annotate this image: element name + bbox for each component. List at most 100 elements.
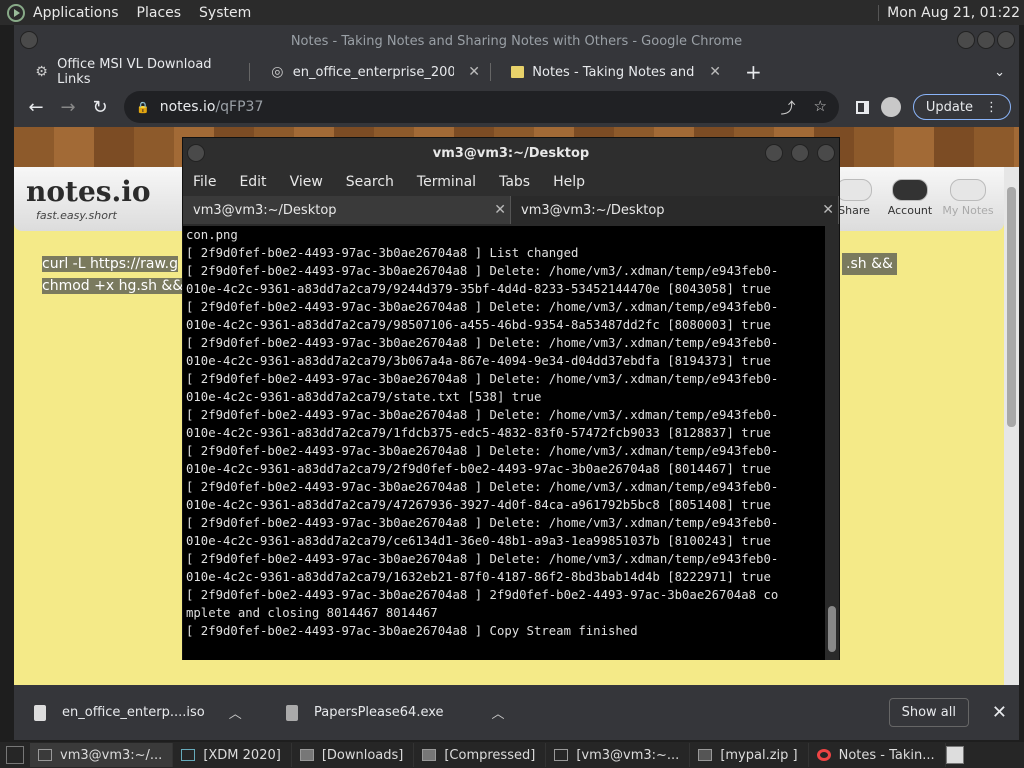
taskbar-label: [Compressed]	[444, 747, 536, 763]
taskbar-item-terminal-2[interactable]: [vm3@vm3:~...	[546, 743, 691, 767]
note-line: curl -L https://raw.g	[42, 256, 178, 272]
chrome-toolbar: ← → ↻ 🔒 notes.io/qFP37 ⤴ ☆ Update ⋮	[14, 87, 1019, 127]
workspace-switcher[interactable]	[946, 746, 964, 764]
account-button[interactable]: Account	[880, 179, 940, 217]
forward-button[interactable]: →	[52, 97, 84, 118]
chevron-up-icon[interactable]: ︿	[229, 703, 242, 722]
share-label: Share	[838, 204, 870, 217]
download-item[interactable]: en_office_enterp....iso ︿	[34, 703, 266, 722]
menu-system[interactable]: System	[199, 5, 251, 21]
tab-office-msi[interactable]: ⚙ Office MSI VL Download Links	[14, 57, 249, 87]
back-button[interactable]: ←	[20, 97, 52, 118]
close-icon[interactable]: ✕	[468, 64, 480, 80]
chrome-titlebar[interactable]: Notes - Taking Notes and Sharing Notes w…	[14, 25, 1019, 57]
taskbar-label: [vm3@vm3:~...	[576, 747, 680, 763]
menu-applications[interactable]: Applications	[33, 5, 119, 21]
close-button[interactable]	[997, 31, 1015, 49]
tab-label: Office MSI VL Download Links	[57, 57, 212, 87]
terminal-title: vm3@vm3:~/Desktop	[432, 145, 590, 161]
chevron-up-icon[interactable]: ︿	[492, 703, 505, 722]
notes-tagline: fast.easy.short	[36, 209, 117, 222]
terminal-scrollbar[interactable]	[825, 226, 839, 660]
update-button[interactable]: Update ⋮	[912, 94, 1011, 120]
lock-icon[interactable]: 🔒	[136, 101, 150, 114]
scrollbar-thumb[interactable]	[828, 606, 836, 652]
show-all-button[interactable]: Show all	[888, 698, 969, 727]
menu-file[interactable]: File	[193, 174, 216, 190]
terminal-tab-label: vm3@vm3:~/Desktop	[521, 202, 665, 218]
terminal-line: [ 2f9d0fef-b0e2-4493-97ac-3b0ae26704a8 ]…	[186, 624, 638, 638]
page-scrollbar[interactable]	[1004, 167, 1019, 685]
chrome-window-title: Notes - Taking Notes and Sharing Notes w…	[290, 33, 743, 49]
terminal-output[interactable]: con.png [ 2f9d0fef-b0e2-4493-97ac-3b0ae26…	[183, 226, 825, 660]
my-notes-label: My Notes	[942, 204, 994, 217]
bookmark-star-icon[interactable]: ☆	[814, 97, 827, 118]
taskbar-item-terminal[interactable]: vm3@vm3:~/...	[30, 743, 174, 767]
download-item[interactable]: PapersPlease64.exe ︿	[286, 703, 518, 722]
tab-label: Notes - Taking Notes and Sha	[532, 64, 695, 80]
profile-avatar[interactable]	[880, 97, 901, 117]
my-notes-button[interactable]: My Notes	[938, 179, 998, 217]
note-line: chmod +x hg.sh &&	[42, 278, 184, 294]
taskbar-label: Notes - Takin...	[838, 747, 935, 763]
download-shelf: en_office_enterp....iso ︿ PapersPlease64…	[14, 685, 1019, 740]
share-icon[interactable]: ⤴	[781, 97, 796, 118]
menu-help[interactable]: Help	[553, 174, 585, 190]
taskbar-item-mypal[interactable]: [mypal.zip ]	[690, 743, 809, 767]
maximize-button[interactable]	[791, 144, 809, 162]
scrollbar-thumb[interactable]	[1007, 187, 1016, 427]
window-menu-button[interactable]	[20, 31, 38, 49]
tab-en-office[interactable]: ◎ en_office_enterprise_2007_u ✕	[250, 57, 490, 87]
notes-logo[interactable]: notes.io	[26, 175, 151, 208]
menu-edit[interactable]: Edit	[239, 174, 266, 190]
close-icon[interactable]: ✕	[709, 64, 721, 80]
side-panel-icon[interactable]	[855, 100, 869, 114]
terminal-line: 010e-4c2c-9361-a83dd7a2ca79/2f9d0fef-b0e…	[186, 462, 771, 476]
terminal-line: 010e-4c2c-9361-a83dd7a2ca79/ce6134d1-36e…	[186, 534, 771, 548]
new-tab-button[interactable]: +	[745, 60, 762, 84]
terminal-line: [ 2f9d0fef-b0e2-4493-97ac-3b0ae26704a8 ]…	[186, 408, 779, 422]
url-host: notes.io	[159, 99, 216, 115]
close-icon[interactable]: ✕	[992, 702, 1007, 723]
close-button[interactable]	[817, 144, 835, 162]
terminal-tab-1[interactable]: vm3@vm3:~/Desktop ✕	[183, 196, 511, 224]
terminal-tab-2[interactable]: vm3@vm3:~/Desktop ✕	[511, 196, 839, 224]
globe-icon: ◎	[271, 64, 284, 80]
menu-search[interactable]: Search	[346, 174, 394, 190]
minimize-button[interactable]	[765, 144, 783, 162]
taskbar-item-downloads[interactable]: [Downloads]	[292, 743, 415, 767]
top-panel: Applications Places System Mon Aug 21, 0…	[0, 0, 1024, 25]
menu-terminal[interactable]: Terminal	[417, 174, 476, 190]
file-icon	[286, 704, 298, 721]
tab-search-chevron-icon[interactable]: ⌄	[994, 65, 1005, 80]
tab-strip: ⚙ Office MSI VL Download Links ◎ en_offi…	[14, 57, 1019, 87]
distro-logo-icon[interactable]	[7, 3, 25, 22]
note-content[interactable]: curl -L https://raw.g chmod +x hg.sh &&	[42, 253, 184, 297]
minimize-button[interactable]	[957, 31, 975, 49]
terminal-line: con.png	[186, 228, 238, 242]
clock[interactable]: Mon Aug 21, 01:22	[878, 4, 1020, 21]
menu-places[interactable]: Places	[137, 5, 182, 21]
maximize-button[interactable]	[977, 31, 995, 49]
menu-tabs[interactable]: Tabs	[499, 174, 530, 190]
address-bar[interactable]: 🔒 notes.io/qFP37 ⤴ ☆	[124, 91, 839, 123]
terminal-line: [ 2f9d0fef-b0e2-4493-97ac-3b0ae26704a8 ]…	[186, 246, 579, 260]
terminal-titlebar[interactable]: vm3@vm3:~/Desktop	[183, 138, 839, 168]
terminal-line: [ 2f9d0fef-b0e2-4493-97ac-3b0ae26704a8 ]…	[186, 336, 779, 350]
tab-notes[interactable]: Notes - Taking Notes and Sha ✕	[491, 57, 731, 87]
tab-label: en_office_enterprise_2007_u	[292, 64, 455, 80]
window-menu-button[interactable]	[187, 144, 205, 162]
reload-button[interactable]: ↻	[84, 97, 116, 118]
notes-icon	[511, 66, 525, 78]
kebab-menu-icon[interactable]: ⋮	[985, 100, 998, 115]
close-icon[interactable]: ✕	[494, 202, 506, 218]
download-filename: PapersPlease64.exe	[314, 705, 444, 720]
taskbar-item-compressed[interactable]: [Compressed]	[414, 743, 547, 767]
close-icon[interactable]: ✕	[822, 202, 834, 218]
taskbar-item-chrome[interactable]: Notes - Takin...	[809, 743, 946, 767]
show-desktop-icon[interactable]	[6, 746, 24, 764]
note-line: .sh &&	[842, 253, 897, 275]
terminal-line: mplete and closing 8014467 8014467	[186, 606, 438, 620]
menu-view[interactable]: View	[290, 174, 323, 190]
taskbar-item-xdm[interactable]: [XDM 2020]	[173, 743, 292, 767]
